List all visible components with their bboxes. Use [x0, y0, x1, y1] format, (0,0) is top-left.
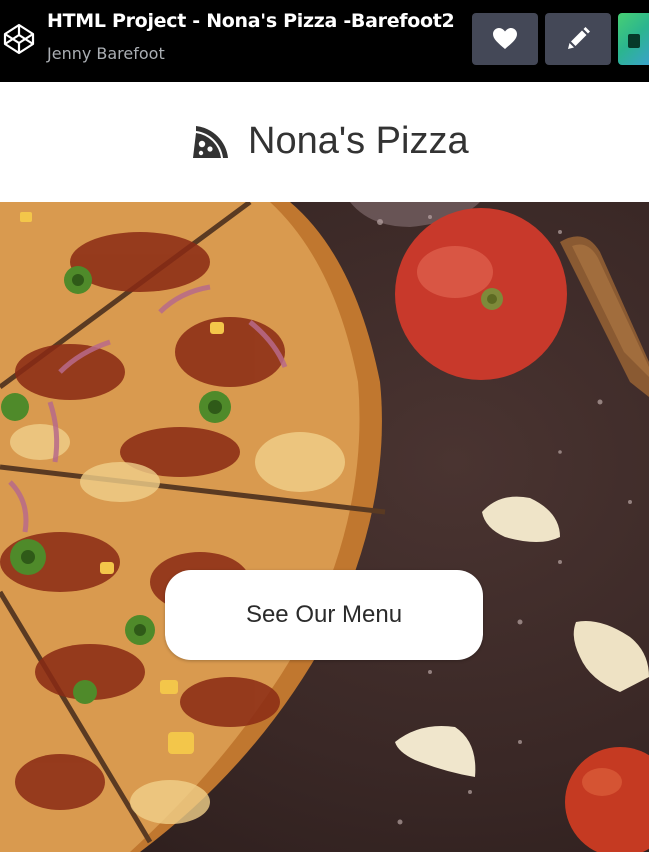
edit-button[interactable] [545, 13, 611, 65]
project-title[interactable]: HTML Project - Nona's Pizza -Barefoot2 [47, 10, 455, 32]
hero-image: See Our Menu [0, 202, 649, 852]
codepen-cube-icon[interactable] [2, 22, 36, 56]
project-topbar: HTML Project - Nona's Pizza -Barefoot2 J… [0, 0, 649, 82]
pizza-photo-illustration [0, 202, 649, 852]
pizza-slice-icon [193, 126, 228, 158]
settings-glyph-icon [628, 34, 640, 48]
heart-icon [493, 28, 517, 49]
project-author[interactable]: Jenny Barefoot [47, 44, 165, 63]
pencil-icon [568, 27, 590, 49]
see-menu-button[interactable]: See Our Menu [165, 570, 483, 660]
like-button[interactable] [472, 13, 538, 65]
site-title[interactable]: Nona's Pizza [248, 120, 469, 163]
site-header: Nona's Pizza [0, 82, 649, 202]
settings-button[interactable] [618, 13, 649, 65]
